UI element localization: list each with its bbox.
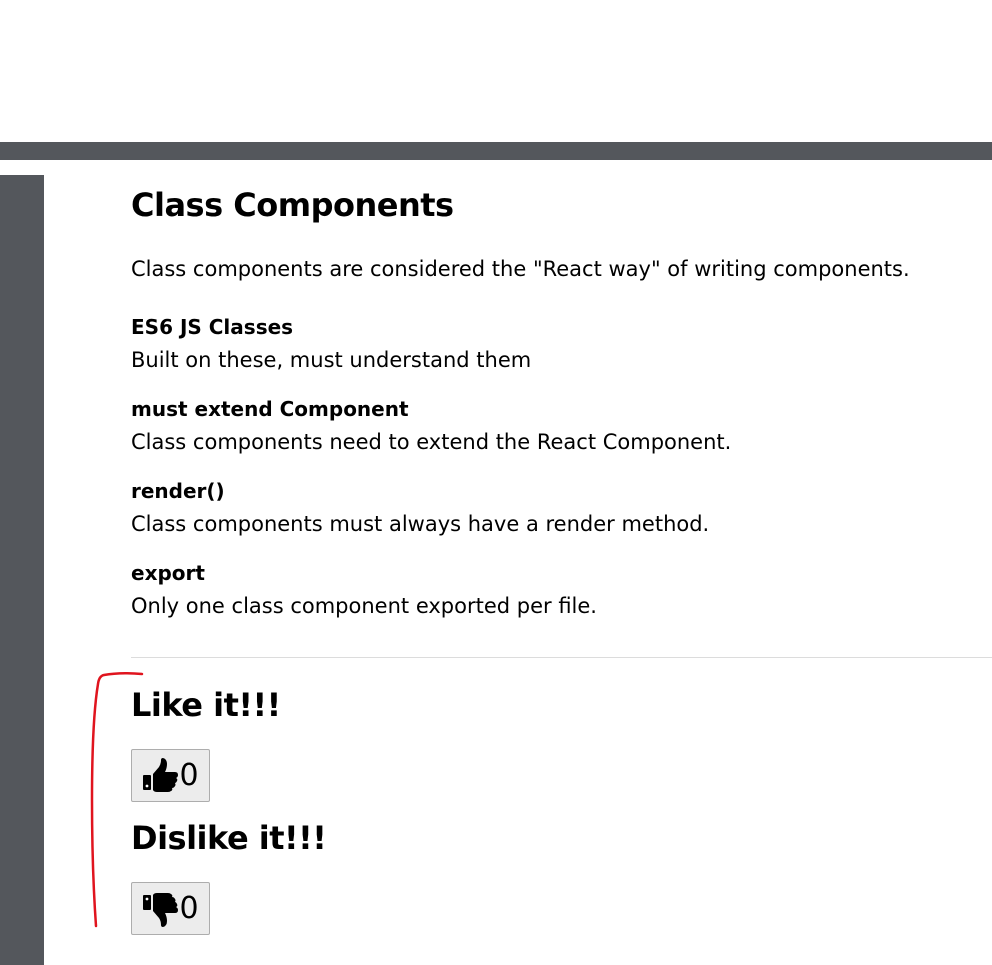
- term-export: export: [131, 561, 205, 585]
- term-render: render(): [131, 479, 225, 503]
- intro-text: Class components are considered the "Rea…: [131, 257, 910, 281]
- desc-es6-classes: Built on these, must understand them: [131, 348, 532, 372]
- desc-extend-component: Class components need to extend the Reac…: [131, 430, 732, 454]
- dislike-count: 0: [179, 890, 199, 926]
- page: Class Components Class components are co…: [0, 0, 992, 965]
- article: Class Components Class components are co…: [131, 185, 981, 621]
- top-bar: [0, 142, 992, 160]
- dislike-button[interactable]: 0: [131, 882, 210, 935]
- term-es6-classes: ES6 JS Classes: [131, 315, 294, 339]
- divider: [131, 657, 992, 658]
- vote-section: Like it!!! 0 Dislike it!!! 0: [131, 683, 327, 935]
- desc-export: Only one class component exported per fi…: [131, 594, 597, 618]
- thumbs-up-icon: [142, 757, 179, 794]
- dislike-heading: Dislike it!!!: [131, 819, 327, 857]
- desc-render: Class components must always have a rend…: [131, 512, 710, 536]
- sidebar: [0, 175, 44, 965]
- like-heading: Like it!!!: [131, 686, 281, 724]
- term-extend-component: must extend Component: [131, 397, 409, 421]
- like-count: 0: [179, 757, 199, 793]
- like-button[interactable]: 0: [131, 749, 210, 802]
- page-title: Class Components: [131, 186, 454, 224]
- thumbs-down-icon: [142, 891, 179, 927]
